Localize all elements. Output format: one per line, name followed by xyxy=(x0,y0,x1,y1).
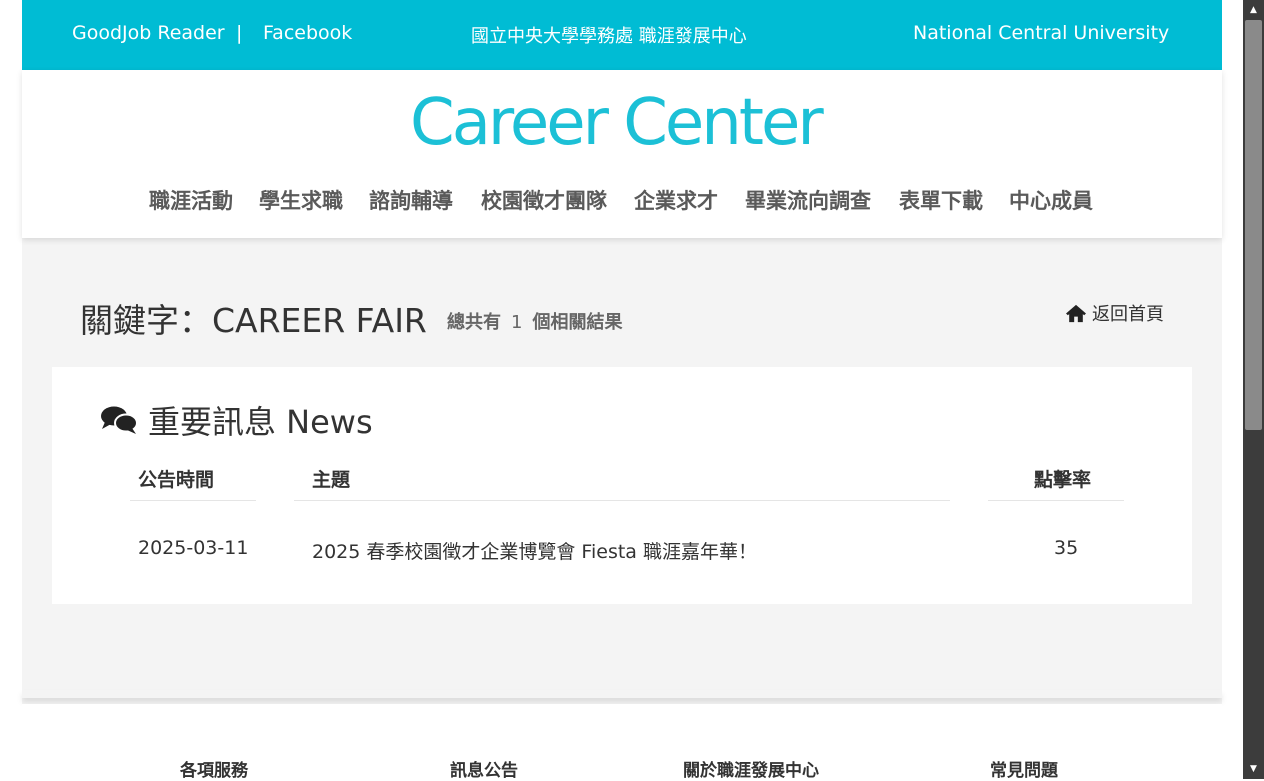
header-divider xyxy=(988,500,1124,501)
footer-announcements[interactable]: 訊息公告 xyxy=(450,756,518,781)
back-home-button[interactable]: 返回首頁 xyxy=(1065,300,1164,326)
top-bar: GoodJob Reader | Facebook 國立中央大學學務處 職涯發展… xyxy=(22,0,1222,70)
keyword-title: 關鍵字：CAREER FAIR xyxy=(80,301,427,340)
column-header-subject: 主題 xyxy=(312,469,351,491)
nav-forms[interactable]: 表單下載 xyxy=(886,174,996,228)
count-suffix: 個相關結果 xyxy=(532,312,623,333)
scrollbar-thumb[interactable] xyxy=(1245,20,1262,430)
footer-about[interactable]: 關於職涯發展中心 xyxy=(683,756,819,781)
news-title: 重要訊息 News xyxy=(148,403,373,441)
back-home-label: 返回首頁 xyxy=(1092,304,1164,325)
university-link[interactable]: National Central University xyxy=(913,22,1169,44)
scroll-down-arrow-icon[interactable]: ▼ xyxy=(1243,759,1264,779)
footer-faq[interactable]: 常見問題 xyxy=(990,756,1058,781)
site-header: Career Center 職涯活動 學生求職 諮詢輔導 校園徵才團隊 企業求才… xyxy=(22,70,1222,238)
column-header-date: 公告時間 xyxy=(138,469,215,491)
office-link[interactable]: 國立中央大學學務處 職涯發展中心 xyxy=(471,22,747,48)
news-heading: 重要訊息 News xyxy=(100,397,373,443)
vertical-scrollbar[interactable]: ▲ ▼ xyxy=(1243,0,1264,779)
search-header: 關鍵字：CAREER FAIR 總共有 1 個相關結果 返回首頁 xyxy=(22,238,1222,368)
home-icon xyxy=(1066,304,1086,323)
news-panel: 重要訊息 News 公告時間 主題 點擊率 2025-03-11 2025 春季… xyxy=(52,367,1192,604)
nav-graduate-survey[interactable]: 畢業流向調查 xyxy=(730,174,886,228)
nav-recruitment-team[interactable]: 校園徵才團隊 xyxy=(466,174,622,228)
header-divider xyxy=(130,500,256,501)
count-value: 1 xyxy=(511,312,523,333)
footer-divider xyxy=(22,690,1222,698)
row-clicks: 35 xyxy=(1054,537,1079,559)
comments-icon xyxy=(101,406,138,434)
goodjob-reader-link[interactable]: GoodJob Reader xyxy=(72,22,225,44)
nav-employers[interactable]: 企業求才 xyxy=(622,174,730,228)
nav-career-activities[interactable]: 職涯活動 xyxy=(136,174,246,228)
result-count: 總共有 1 個相關結果 xyxy=(447,308,622,334)
nav-counseling[interactable]: 諮詢輔導 xyxy=(356,174,466,228)
row-subject: 2025 春季校園徵才企業博覽會 Fiesta 職涯嘉年華！ xyxy=(312,541,757,563)
footer-services[interactable]: 各項服務 xyxy=(180,756,248,781)
main-nav: 職涯活動 學生求職 諮詢輔導 校園徵才團隊 企業求才 畢業流向調查 表單下載 中… xyxy=(136,174,1106,228)
topbar-separator: | xyxy=(236,22,243,44)
page: GoodJob Reader | Facebook 國立中央大學學務處 職涯發展… xyxy=(22,0,1222,781)
count-prefix: 總共有 xyxy=(447,312,501,333)
header-divider xyxy=(294,500,950,501)
facebook-link[interactable]: Facebook xyxy=(263,22,352,44)
career-center-logo[interactable]: Career Center xyxy=(410,88,824,158)
scroll-up-arrow-icon[interactable]: ▲ xyxy=(1243,0,1264,20)
row-date: 2025-03-11 xyxy=(138,537,249,559)
nav-members[interactable]: 中心成員 xyxy=(996,174,1106,228)
nav-student-jobs[interactable]: 學生求職 xyxy=(246,174,356,228)
site-footer: 各項服務 訊息公告 關於職涯發展中心 常見問題 xyxy=(22,704,1222,781)
table-row[interactable]: 2025-03-11 2025 春季校園徵才企業博覽會 Fiesta 職涯嘉年華… xyxy=(100,521,1144,575)
column-header-clicks: 點擊率 xyxy=(1034,469,1092,491)
